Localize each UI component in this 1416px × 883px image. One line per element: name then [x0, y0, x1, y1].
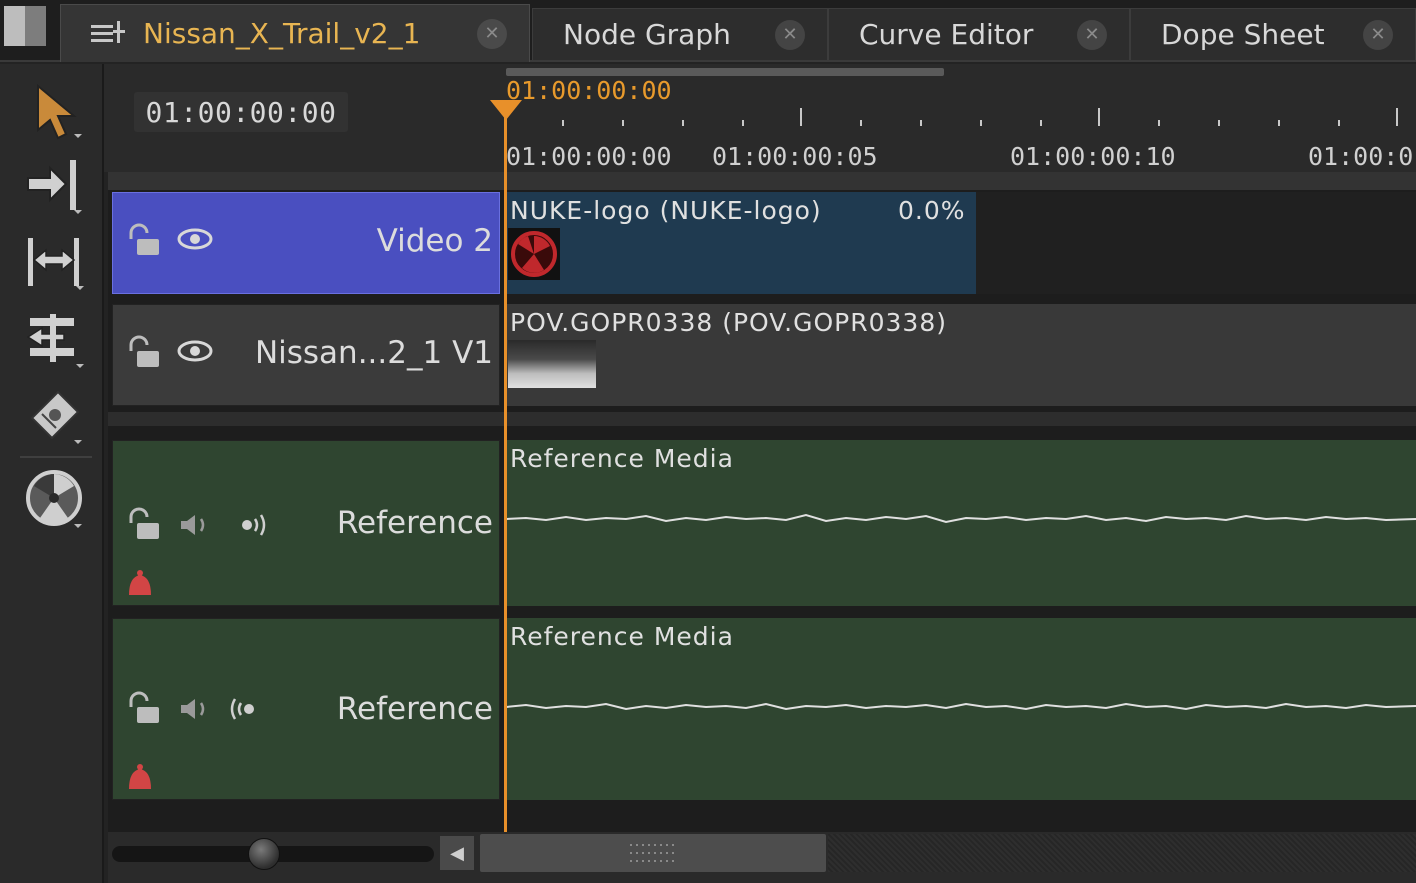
sync-bell-icon[interactable] [125, 569, 155, 599]
track-name: Reference [336, 505, 493, 541]
overview-scrollbar[interactable] [506, 68, 944, 76]
track-lane-video2[interactable]: NUKE-logo (NUKE-logo) 0.0% [506, 192, 1416, 294]
track-lane-audio2[interactable]: Reference Media [506, 618, 1416, 800]
speaker-icon[interactable] [177, 511, 213, 539]
track-name: Video 2 [376, 223, 493, 259]
track-name: Reference [336, 691, 493, 727]
tab-label: Nissan_X_Trail_v2_1 [143, 17, 421, 50]
tab-label: Curve Editor [859, 18, 1034, 51]
bottom-bar: ◀ [108, 832, 1416, 883]
clip-label: NUKE-logo (NUKE-logo) [510, 196, 822, 225]
speaker-icon[interactable] [177, 695, 213, 723]
horizontal-scrollbar-thumb[interactable] [480, 834, 826, 872]
eye-icon[interactable] [177, 339, 213, 363]
ruler-label: 01:00:00:05 [712, 142, 878, 171]
scroll-left-icon[interactable]: ◀ [440, 836, 474, 870]
current-timecode[interactable]: 01:00:00:00 [134, 92, 348, 132]
close-icon[interactable]: ✕ [1363, 19, 1393, 50]
audio-output-icon[interactable] [225, 695, 261, 723]
lock-icon[interactable] [123, 223, 163, 259]
tab-dope-sheet[interactable]: Dope Sheet ✕ [1130, 8, 1416, 60]
playhead-timecode: 01:00:00:00 [506, 76, 672, 105]
clip-thumbnail-nuke-icon [508, 228, 560, 280]
track-area: Video 2 NUKE-logo (NUKE-logo) 0.0% Nissa… [108, 172, 1416, 883]
tab-sequence[interactable]: Nissan_X_Trail_v2_1 ✕ [60, 4, 530, 62]
ruler-label: 01:00:0 [1308, 142, 1414, 171]
track-header-audio1[interactable]: Reference [112, 440, 500, 606]
playhead-line[interactable] [504, 110, 507, 832]
tab-bar: Nissan_X_Trail_v2_1 ✕ Node Graph ✕ Curve… [0, 0, 1416, 62]
grip-icon [630, 844, 674, 862]
clip-label: Reference Media [510, 622, 734, 651]
audio-output-icon[interactable] [235, 511, 271, 539]
pointer-tool-icon[interactable] [24, 80, 86, 142]
tab-label: Dope Sheet [1161, 18, 1325, 51]
track-spacer [108, 172, 1416, 190]
lock-icon[interactable] [123, 691, 163, 727]
track-header-video2[interactable]: Video 2 [112, 192, 500, 294]
panel-menu-icon[interactable] [4, 6, 46, 46]
sync-bell-icon[interactable] [125, 763, 155, 793]
tab-node-graph[interactable]: Node Graph ✕ [532, 8, 828, 60]
ruler-label: 01:00:00:10 [1010, 142, 1176, 171]
tab-curve-editor[interactable]: Curve Editor ✕ [828, 8, 1130, 60]
nuke-logo-icon[interactable] [24, 468, 86, 530]
clip-nuke-logo[interactable]: NUKE-logo (NUKE-logo) 0.0% [506, 192, 976, 294]
video-audio-divider [108, 412, 1416, 426]
clip-reference-media[interactable]: Reference Media [506, 618, 1416, 800]
zoom-slider-knob[interactable] [248, 838, 280, 870]
track-header-audio2[interactable]: Reference [112, 618, 500, 800]
clip-pov-gopr0338[interactable]: POV.GOPR0338 (POV.GOPR0338) [506, 304, 1416, 406]
timeline-header: 01:00:00:00 01:00:00:00 01:00:00:00 01:0… [104, 64, 1416, 172]
close-icon[interactable]: ✕ [775, 19, 805, 50]
ruler-label: 01:00:00:00 [506, 142, 672, 171]
close-icon[interactable]: ✕ [477, 18, 507, 49]
razor-tool-icon[interactable] [24, 384, 86, 446]
tab-label: Node Graph [563, 18, 731, 51]
clip-label: Reference Media [510, 444, 734, 473]
track-lane-v1[interactable]: POV.GOPR0338 (POV.GOPR0338) [506, 304, 1416, 406]
track-select-tool-icon[interactable] [24, 154, 86, 216]
tool-divider [20, 456, 92, 458]
track-header-v1[interactable]: Nissan...2_1 V1 [112, 304, 500, 406]
lock-icon[interactable] [123, 507, 163, 543]
track-name: Nissan...2_1 V1 [254, 335, 493, 371]
audio-waveform [506, 702, 1416, 711]
slip-tool-icon[interactable] [24, 230, 86, 292]
close-icon[interactable]: ✕ [1077, 19, 1107, 50]
clip-percent: 0.0% [898, 196, 966, 225]
tool-strip [0, 64, 104, 883]
ripple-tool-icon[interactable] [24, 308, 86, 370]
lock-icon[interactable] [123, 335, 163, 371]
clip-reference-media[interactable]: Reference Media [506, 440, 1416, 606]
sequence-icon [91, 20, 125, 43]
horizontal-scrollbar-track[interactable] [828, 834, 1416, 872]
clip-label: POV.GOPR0338 (POV.GOPR0338) [510, 308, 947, 337]
track-lane-audio1[interactable]: Reference Media [506, 440, 1416, 606]
clip-thumbnail-road [508, 340, 596, 388]
audio-waveform [506, 513, 1416, 524]
eye-icon[interactable] [177, 227, 213, 251]
